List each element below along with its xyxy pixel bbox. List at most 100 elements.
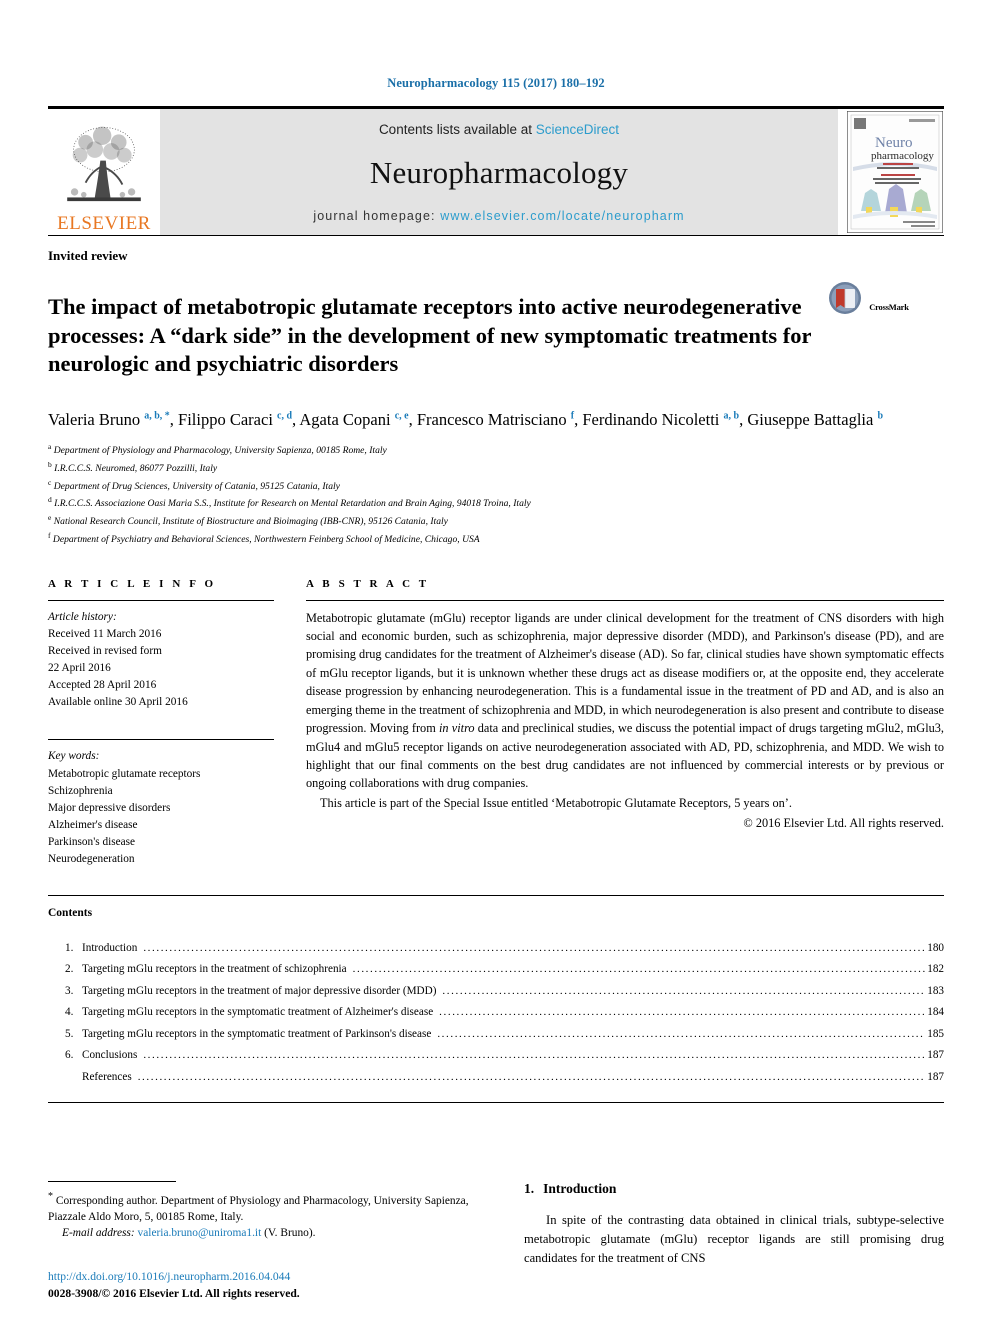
toc-number: 6.: [65, 1049, 74, 1062]
contents-available-prefix: Contents lists available at: [378, 122, 536, 137]
journal-homepage-prefix: journal homepage:: [313, 209, 441, 223]
toc-row[interactable]: 4. Targeting mGlu receptors in the sympt…: [48, 1002, 944, 1024]
toc-leader: ........................................…: [143, 941, 926, 954]
author-list: Valeria Bruno a, b, *, Filippo Caraci c,…: [48, 408, 944, 431]
affiliation-text: I.R.C.C.S. Associazione Oasi Maria S.S.,…: [54, 498, 531, 510]
keyword-item: Schizophrenia: [48, 784, 113, 797]
toc-page-number: 187: [927, 1049, 944, 1062]
toc-label[interactable]: Targeting mGlu receptors in the symptoma…: [82, 1024, 435, 1046]
contents-top-rule: [48, 894, 944, 896]
toc-label[interactable]: Conclusions: [82, 1045, 141, 1067]
author-entry: Filippo Caraci c, d,: [178, 410, 299, 429]
title-row: The impact of metabotropic glutamate rec…: [48, 278, 944, 394]
toc-row[interactable]: 3. Targeting mGlu receptors in the treat…: [48, 981, 944, 1003]
history-item: 22 April 2016: [48, 662, 111, 675]
journal-title: Neuropharmacology: [369, 155, 629, 190]
abstract-paragraph-1: Metabotropic glutamate (mGlu) receptor l…: [306, 609, 944, 793]
toc-label[interactable]: Targeting mGlu receptors in the symptoma…: [82, 1002, 437, 1024]
affiliation-item: a Department of Physiology and Pharmacol…: [48, 441, 944, 459]
article-title: The impact of metabotropic glutamate rec…: [48, 294, 812, 377]
introduction-body: In spite of the contrasting data obtaine…: [524, 1211, 944, 1268]
toc-row[interactable]: 1. Introduction ........................…: [48, 938, 944, 960]
affiliation-item: c Department of Drug Sciences, Universit…: [48, 477, 944, 495]
toc-label[interactable]: References: [82, 1067, 136, 1089]
author-affil-marks[interactable]: c, d: [277, 410, 292, 421]
author-affil-marks[interactable]: b: [877, 410, 883, 421]
toc-number: 5.: [65, 1027, 74, 1040]
contents-available-line: Contents lists available at ScienceDirec…: [379, 122, 619, 137]
toc-row[interactable]: 2. Targeting mGlu receptors in the treat…: [48, 959, 944, 981]
table-of-contents: 1. Introduction ........................…: [48, 938, 944, 1089]
crossmark-label: CrossMark: [869, 302, 909, 312]
affiliation-mark: c: [48, 477, 52, 487]
affiliation-text: I.R.C.C.S. Neuromed, 86077 Pozzilli, Ita…: [54, 463, 218, 475]
toc-label[interactable]: Targeting mGlu receptors in the treatmen…: [82, 959, 351, 981]
author-entry: Agata Copani c, e,: [299, 410, 416, 429]
affiliation-mark: f: [48, 530, 51, 540]
affiliation-mark: d: [48, 495, 52, 505]
author-affil-marks[interactable]: a, b, *: [144, 410, 170, 421]
keywords-rule: [48, 739, 274, 741]
info-abstract-section: A R T I C L E I N F O Article history: R…: [48, 578, 944, 869]
elsevier-logo: ELSEVIER: [48, 109, 160, 235]
keyword-item: Metabotropic glutamate receptors: [48, 767, 201, 780]
footnote-divider: [48, 1181, 176, 1183]
keyword-item: Alzheimer's disease: [48, 819, 138, 832]
toc-page-number: 187: [927, 1070, 944, 1083]
history-item: Received in revised form: [48, 644, 162, 657]
toc-page-number: 182: [927, 963, 944, 976]
sciencedirect-link[interactable]: ScienceDirect: [536, 122, 619, 137]
abstract-rule: [306, 599, 944, 601]
page-bottom-columns: * Corresponding author. Department of Ph…: [48, 1181, 944, 1303]
elsevier-tree-icon: [67, 126, 141, 202]
keyword-item: Major depressive disorders: [48, 801, 171, 814]
history-item: Received 11 March 2016: [48, 627, 162, 640]
doi-link[interactable]: http://dx.doi.org/10.1016/j.neuropharm.2…: [48, 1269, 484, 1286]
abstract-column: A B S T R A C T Metabotropic glutamate (…: [302, 578, 944, 869]
introduction-title: Introduction: [543, 1181, 617, 1197]
toc-leader: ........................................…: [137, 1070, 926, 1083]
affiliation-item: b I.R.C.C.S. Neuromed, 86077 Pozzilli, I…: [48, 459, 944, 477]
toc-number: 3.: [65, 984, 74, 997]
toc-row[interactable]: 5. Targeting mGlu receptors in the sympt…: [48, 1024, 944, 1046]
introduction-heading: 1. Introduction: [524, 1181, 944, 1197]
author-affil-marks[interactable]: c, e: [395, 410, 409, 421]
toc-label[interactable]: Introduction: [82, 938, 141, 960]
article-type-label: Invited review: [48, 248, 128, 263]
svg-text:pharmacology: pharmacology: [871, 150, 934, 162]
toc-number: 1.: [65, 941, 74, 954]
masthead-bottom-rule: [48, 235, 944, 236]
toc-leader: ........................................…: [442, 984, 926, 997]
abstract-body: Metabotropic glutamate (mGlu) receptor l…: [306, 609, 944, 833]
journal-homepage-line: journal homepage: www.elsevier.com/locat…: [313, 209, 684, 223]
affiliation-item: d I.R.C.C.S. Associazione Oasi Maria S.S…: [48, 494, 944, 512]
contents-bottom-rule: [48, 1102, 944, 1104]
author-name: Francesco Matrisciano: [416, 409, 567, 429]
author-affil-marks[interactable]: a, b: [724, 410, 740, 421]
toc-page-number: 185: [927, 1027, 944, 1040]
article-page: Neuropharmacology 115 (2017) 180–192 ELS…: [0, 0, 992, 1323]
affiliation-mark: a: [48, 442, 52, 452]
crossmark-badge[interactable]: CrossMark: [824, 278, 920, 314]
email-link[interactable]: valeria.bruno@uniroma1.it: [138, 1227, 262, 1239]
journal-cover-thumbnail: Neuro pharmacology: [846, 109, 944, 235]
affiliation-text: National Research Council, Institute of …: [53, 516, 448, 528]
author-entry: Francesco Matrisciano f,: [417, 410, 583, 429]
journal-masthead: ELSEVIER Contents lists available at Sci…: [48, 106, 944, 235]
toc-row[interactable]: References .............................…: [48, 1067, 944, 1089]
toc-row[interactable]: 6. Conclusions .........................…: [48, 1045, 944, 1067]
toc-page-number: 183: [927, 984, 944, 997]
email-label: E-mail address:: [62, 1227, 135, 1240]
toc-number: 2.: [65, 963, 74, 976]
svg-text:Neuro: Neuro: [875, 135, 913, 151]
journal-homepage-link[interactable]: www.elsevier.com/locate/neuropharm: [440, 209, 684, 223]
affiliation-text: Department of Psychiatry and Behavioral …: [52, 534, 480, 546]
toc-page-number: 184: [927, 1006, 944, 1019]
keyword-item: Neurodegeneration: [48, 853, 135, 866]
toc-label[interactable]: Targeting mGlu receptors in the treatmen…: [82, 981, 440, 1003]
abstract-copyright: © 2016 Elsevier Ltd. All rights reserved…: [743, 816, 944, 831]
corresponding-author-note: * Corresponding author. Department of Ph…: [48, 1190, 484, 1241]
abstract-paragraph-2: This article is part of the Special Issu…: [320, 795, 792, 810]
article-history-label: Article history:: [48, 610, 117, 623]
